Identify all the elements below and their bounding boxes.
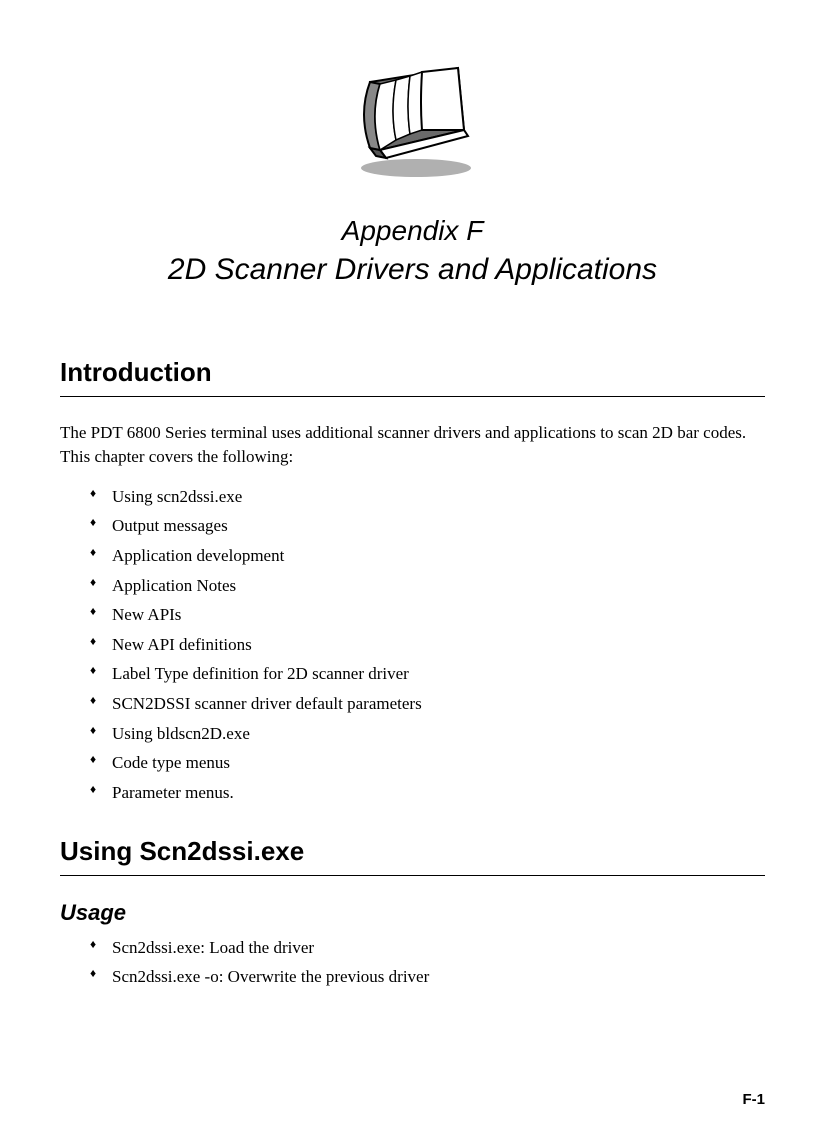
introduction-heading: Introduction [60,357,765,388]
section-rule [60,875,765,876]
list-item: Scn2dssi.exe -o: Overwrite the previous … [90,965,765,990]
list-item: New APIs [90,603,765,628]
list-item: Output messages [90,514,765,539]
list-item: Application development [90,544,765,569]
usage-bullet-list: Scn2dssi.exe: Load the driver Scn2dssi.e… [60,936,765,990]
list-item: New API definitions [90,633,765,658]
list-item: Scn2dssi.exe: Load the driver [90,936,765,961]
list-item: Parameter menus. [90,781,765,806]
usage-heading: Usage [60,900,765,926]
section-rule [60,396,765,397]
book-icon [60,40,765,185]
list-item: Using scn2dssi.exe [90,485,765,510]
appendix-title: 2D Scanner Drivers and Applications [60,253,765,287]
introduction-bullet-list: Using scn2dssi.exe Output messages Appli… [60,485,765,806]
appendix-label: Appendix F [60,215,765,247]
list-item: Code type menus [90,751,765,776]
list-item: Application Notes [90,574,765,599]
list-item: SCN2DSSI scanner driver default paramete… [90,692,765,717]
list-item: Using bldscn2D.exe [90,722,765,747]
introduction-paragraph: The PDT 6800 Series terminal uses additi… [60,421,765,469]
list-item: Label Type definition for 2D scanner dri… [90,662,765,687]
page-number: F-1 [743,1091,766,1108]
using-scn2dssi-heading: Using Scn2dssi.exe [60,836,765,867]
